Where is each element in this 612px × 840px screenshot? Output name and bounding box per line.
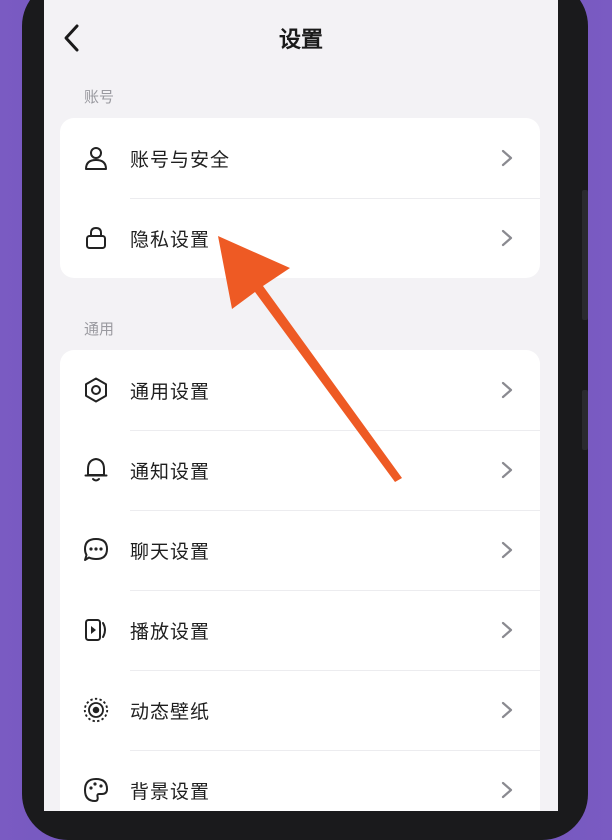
- divider: [130, 590, 540, 591]
- chevron-right-icon: [500, 380, 514, 400]
- row-background-settings[interactable]: 背景设置: [60, 750, 540, 811]
- general-card: 通用设置 通知设置 聊天设置 播放设置 动态壁纸 背景设置: [60, 350, 540, 811]
- row-label: 动态壁纸: [130, 700, 211, 723]
- settings-screen: 设置 账号 账号与安全 隐私设置 通用 通用设置 通知设置 聊天设置 播放设置 …: [44, 0, 558, 811]
- row-live-wallpaper[interactable]: 动态壁纸: [60, 670, 540, 750]
- divider: [130, 430, 540, 431]
- live-wallpaper-icon: [82, 696, 110, 724]
- phone-side-button: [582, 390, 588, 450]
- divider: [130, 198, 540, 199]
- chat-bubble-icon: [82, 536, 110, 564]
- palette-icon: [82, 776, 110, 804]
- page-title: 设置: [278, 28, 323, 53]
- divider: [130, 510, 540, 511]
- row-general-settings[interactable]: 通用设置: [60, 350, 540, 430]
- divider: [130, 670, 540, 671]
- row-label: 通用设置: [130, 380, 211, 403]
- account-card: 账号与安全 隐私设置: [60, 118, 540, 278]
- bell-icon: [82, 456, 110, 484]
- chevron-right-icon: [500, 148, 514, 168]
- row-label: 通知设置: [130, 460, 211, 483]
- chevron-right-icon: [500, 460, 514, 480]
- section-label-account: 账号: [84, 88, 115, 106]
- row-label: 隐私设置: [130, 228, 211, 251]
- row-label: 播放设置: [130, 620, 211, 643]
- user-icon: [82, 144, 110, 172]
- chevron-right-icon: [500, 700, 514, 720]
- header: 设置: [44, 0, 558, 80]
- phone-side-button: [582, 190, 588, 320]
- gear-icon: [82, 376, 110, 404]
- chevron-right-icon: [500, 780, 514, 800]
- row-label: 账号与安全: [130, 148, 231, 171]
- chevron-right-icon: [500, 620, 514, 640]
- divider: [130, 750, 540, 751]
- row-label: 聊天设置: [130, 540, 211, 563]
- row-chat-settings[interactable]: 聊天设置: [60, 510, 540, 590]
- play-device-icon: [82, 616, 110, 644]
- chevron-right-icon: [500, 228, 514, 248]
- row-notification-settings[interactable]: 通知设置: [60, 430, 540, 510]
- row-label: 背景设置: [130, 780, 211, 803]
- section-label-general: 通用: [84, 320, 115, 338]
- row-account-security[interactable]: 账号与安全: [60, 118, 540, 198]
- chevron-right-icon: [500, 540, 514, 560]
- row-playback-settings[interactable]: 播放设置: [60, 590, 540, 670]
- row-privacy-settings[interactable]: 隐私设置: [60, 198, 540, 278]
- lock-icon: [82, 224, 110, 252]
